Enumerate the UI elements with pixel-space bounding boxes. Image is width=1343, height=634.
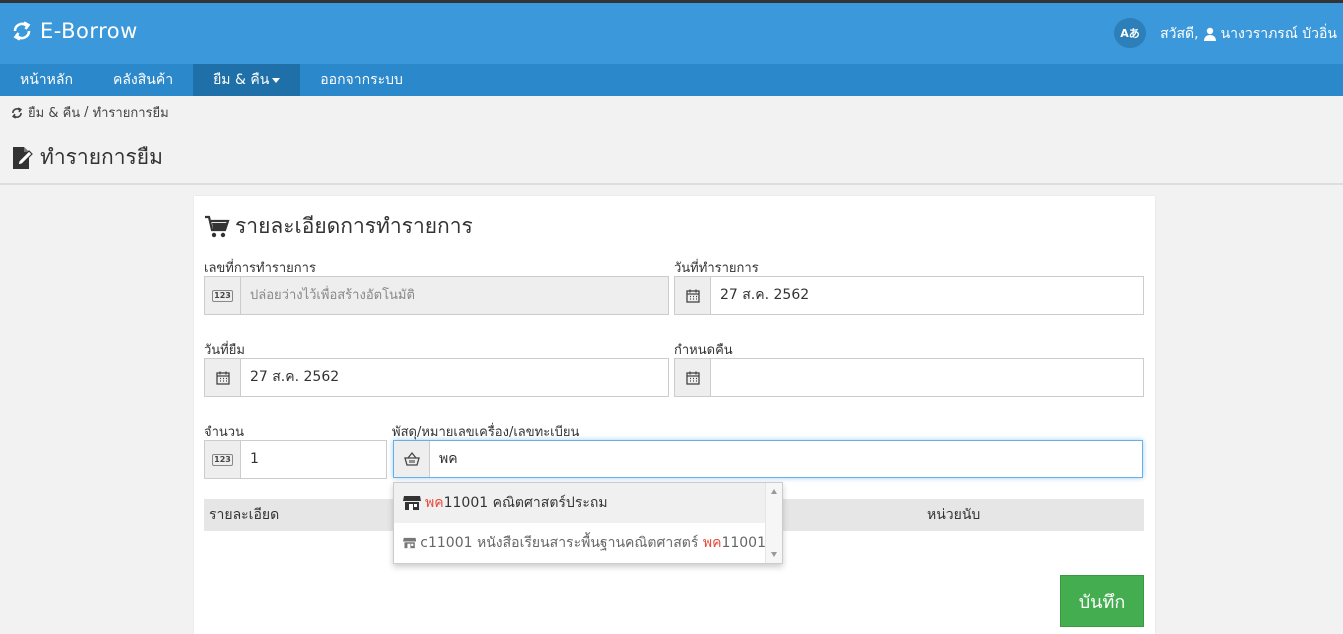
autocomplete-item-text: c11001 หนังสือเรียนสาระพื้นฐานคณิตศาสตร์	[420, 535, 703, 551]
col-unit-header: หน่วยนับ	[927, 507, 981, 523]
autocomplete-item[interactable]: c11001 หนังสือเรียนสาระพื้นฐานคณิตศาสตร์…	[394, 523, 766, 563]
shopping-cart-icon	[205, 215, 230, 237]
due-date-value	[711, 359, 1143, 396]
basket-icon	[403, 451, 420, 466]
calendar-icon	[215, 371, 230, 385]
autocomplete-item-match: พค	[425, 495, 444, 511]
calendar-icon	[685, 289, 700, 303]
item-search-input[interactable]: พค	[393, 440, 1143, 478]
page-title: ทำรายการยืม	[10, 141, 163, 174]
transaction-date-addon	[675, 277, 711, 314]
borrow-date-value: 27 ส.ค. 2562	[250, 369, 340, 385]
language-button[interactable]: Aあ	[1114, 18, 1146, 48]
app-title: E-Borrow	[40, 19, 138, 43]
store-icon	[403, 496, 421, 510]
store-icon	[403, 537, 417, 549]
scroll-down-icon[interactable]	[771, 552, 777, 557]
number-icon: 123	[212, 289, 233, 302]
quantity-label: จำนวน	[204, 425, 244, 440]
autocomplete-item-match: พค	[702, 535, 722, 551]
user-name: นางวราภรณ์ บัวอิ่น	[1220, 26, 1337, 42]
nav-item-borrow-return-label: ยืม & คืน	[213, 72, 270, 88]
borrow-date-label: วันที่ยืม	[204, 343, 245, 358]
due-date-addon	[675, 359, 711, 396]
transaction-no-placeholder: ปล่อยว่างไว้เพื่อสร้างอัตโนมัติ	[250, 288, 415, 303]
greeting-text: สวัสดี,	[1160, 26, 1199, 42]
refresh-icon	[13, 21, 31, 41]
nav-item-home[interactable]: หน้าหลัก	[0, 64, 93, 96]
user-greeting[interactable]: สวัสดี, นางวราภรณ์ บัวอิ่น	[1160, 23, 1337, 45]
col-detail-header: รายละเอียด	[209, 507, 280, 523]
title-divider	[0, 183, 1343, 185]
item-search-label: พัสดุ/หมายเลขเครื่อง/เลขทะเบียน	[392, 425, 580, 440]
refresh-icon	[11, 106, 23, 119]
transaction-date-field[interactable]: 27 ส.ค. 2562	[674, 276, 1144, 315]
breadcrumb-separator: /	[84, 105, 89, 120]
transaction-no-addon: 123	[205, 277, 241, 314]
due-date-field[interactable]	[674, 358, 1144, 397]
item-search-addon	[394, 441, 430, 477]
autocomplete-item-text: 11001 คณิตศาสตร์ประถม	[443, 495, 608, 511]
quantity-field[interactable]: 123 1	[204, 440, 387, 479]
autocomplete-item-suffix: 11001	[721, 535, 766, 551]
transaction-date-label: วันที่ทำรายการ	[674, 261, 759, 276]
quantity-value: 1	[250, 451, 259, 467]
breadcrumb-current: ทำรายการยืม	[92, 106, 169, 121]
save-button[interactable]: บันทึก	[1060, 575, 1144, 627]
quantity-addon: 123	[205, 441, 241, 478]
transaction-no-label: เลขที่การทำรายการ	[204, 261, 316, 276]
panel-title-text: รายละเอียดการทำรายการ	[235, 214, 473, 238]
borrow-date-field[interactable]: 27 ส.ค. 2562	[204, 358, 669, 397]
edit-document-icon	[13, 146, 33, 169]
autocomplete-dropdown: พค11001 คณิตศาสตร์ประถม c11001 หนังสือเร…	[393, 482, 783, 564]
autocomplete-item[interactable]: พค11001 คณิตศาสตร์ประถม	[394, 483, 766, 523]
scroll-up-icon[interactable]	[771, 489, 777, 494]
transaction-no-field[interactable]: 123 ปล่อยว่างไว้เพื่อสร้างอัตโนมัติ	[204, 276, 669, 315]
calendar-icon	[685, 371, 700, 385]
number-icon: 123	[212, 453, 233, 466]
caret-down-icon	[272, 77, 281, 83]
user-icon	[1203, 27, 1216, 41]
nav-item-borrow-return[interactable]: ยืม & คืน	[193, 64, 301, 96]
due-date-label: กำหนดคืน	[674, 343, 733, 358]
panel-title: รายละเอียดการทำรายการ	[204, 210, 473, 243]
item-search-value: พค	[439, 451, 458, 467]
borrow-date-addon	[205, 359, 241, 396]
main-nav: หน้าหลัก คลังสินค้า ยืม & คืน ออกจากระบบ	[0, 64, 1343, 96]
page-title-text: ทำรายการยืม	[40, 145, 163, 169]
nav-item-inventory[interactable]: คลังสินค้า	[93, 64, 193, 96]
nav-item-logout[interactable]: ออกจากระบบ	[300, 64, 423, 96]
app-header: E-Borrow Aあ สวัสดี, นางวราภรณ์ บัวอิ่น	[0, 3, 1343, 64]
transaction-panel: รายละเอียดการทำรายการ เลขที่การทำรายการ …	[194, 196, 1155, 634]
dropdown-scrollbar[interactable]	[765, 483, 782, 563]
transaction-date-value: 27 ส.ค. 2562	[720, 287, 810, 303]
breadcrumb-parent[interactable]: ยืม & คืน	[28, 102, 80, 123]
breadcrumb: ยืม & คืน / ทำรายการยืม	[10, 102, 169, 123]
brand-link[interactable]: E-Borrow	[10, 19, 138, 43]
